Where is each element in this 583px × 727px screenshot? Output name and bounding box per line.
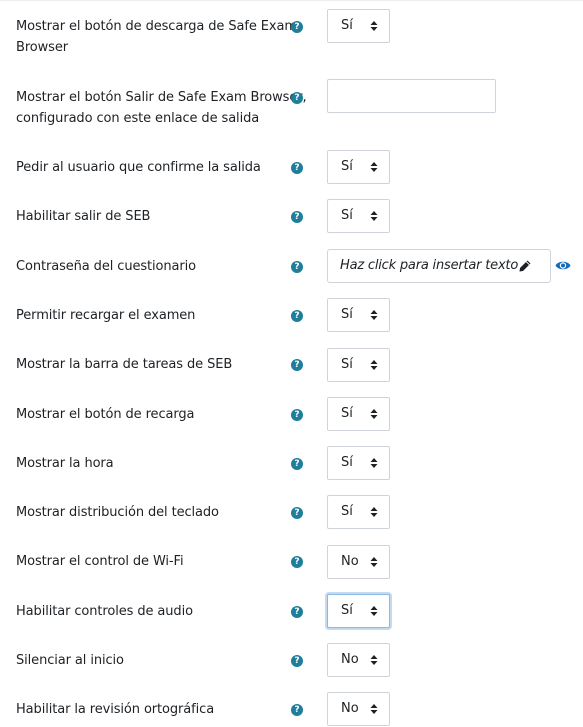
select-value: No: [341, 701, 359, 716]
quiz-password-placeholder: Haz click para insertar texto: [340, 258, 519, 273]
label-line-1: Mostrar el botón Salir de Safe Exam Brow…: [16, 90, 307, 105]
sort-caret-icon: [370, 557, 378, 567]
quit-link-input[interactable]: [327, 79, 496, 113]
field-label-seb-quit-button: Mostrar el botón Salir de Safe Exam Brow…: [16, 87, 307, 129]
allow-reload-select[interactable]: Sí: [327, 298, 390, 332]
top-divider: [0, 0, 583, 1]
mute-on-startup-select[interactable]: No: [327, 643, 390, 677]
sort-caret-icon: [370, 21, 378, 31]
sort-caret-icon: [370, 162, 378, 172]
select-value: Sí: [341, 307, 353, 322]
field-label-seb-download-button: Mostrar el botón de descarga de Safe Exa…: [16, 16, 297, 58]
select-value: Sí: [341, 455, 353, 470]
question-circle-icon[interactable]: ?: [291, 409, 303, 421]
question-circle-icon[interactable]: ?: [291, 655, 303, 667]
field-label-enable-spellcheck: Habilitar la revisión ortográfica: [16, 702, 215, 717]
sort-caret-icon: [370, 211, 378, 221]
enable-spellcheck-select[interactable]: No: [327, 692, 390, 726]
question-circle-icon[interactable]: ?: [291, 458, 303, 470]
seb-download-button-select[interactable]: Sí: [327, 9, 390, 43]
select-value: No: [341, 652, 359, 667]
question-circle-icon[interactable]: ?: [291, 92, 303, 104]
sort-caret-icon: [370, 507, 378, 517]
question-circle-icon[interactable]: ?: [291, 21, 303, 33]
field-label-mute-on-startup: Silenciar al inicio: [16, 653, 124, 668]
field-label-confirm-quit: Pedir al usuario que confirme la salida: [16, 160, 261, 175]
field-label-show-reload-button: Mostrar el botón de recarga: [16, 407, 195, 422]
field-label-enable-audio-controls: Habilitar controles de audio: [16, 604, 193, 619]
field-label-show-time: Mostrar la hora: [16, 456, 114, 471]
show-time-select[interactable]: Sí: [327, 446, 390, 480]
sort-caret-icon: [370, 704, 378, 714]
eye-icon[interactable]: [555, 259, 571, 272]
show-wifi-control-select[interactable]: No: [327, 545, 390, 579]
select-value: No: [341, 554, 359, 569]
confirm-quit-select[interactable]: Sí: [327, 150, 390, 184]
label-line-1: Mostrar el botón de descarga de Safe Exa…: [16, 19, 297, 34]
label-line-2: Browser: [16, 40, 68, 55]
sort-caret-icon: [370, 310, 378, 320]
question-circle-icon[interactable]: ?: [291, 310, 303, 322]
question-circle-icon[interactable]: ?: [291, 606, 303, 618]
question-circle-icon[interactable]: ?: [291, 211, 303, 223]
quiz-password-editable[interactable]: Haz click para insertar texto: [327, 249, 551, 283]
sort-caret-icon: [370, 606, 378, 616]
question-circle-icon[interactable]: ?: [291, 162, 303, 174]
question-circle-icon[interactable]: ?: [291, 704, 303, 716]
field-label-quiz-password: Contraseña del cuestionario: [16, 259, 197, 274]
pencil-icon: [519, 260, 531, 272]
enable-audio-controls-select[interactable]: Sí: [327, 594, 390, 628]
select-value: Sí: [341, 159, 353, 174]
show-taskbar-select[interactable]: Sí: [327, 348, 390, 382]
field-label-enable-quit: Habilitar salir de SEB: [16, 209, 151, 224]
select-value: Sí: [341, 208, 353, 223]
question-circle-icon[interactable]: ?: [291, 556, 303, 568]
show-keyboard-layout-select[interactable]: Sí: [327, 495, 390, 529]
field-label-show-wifi-control: Mostrar el control de Wi-Fi: [16, 554, 184, 569]
question-circle-icon[interactable]: ?: [291, 359, 303, 371]
question-circle-icon[interactable]: ?: [291, 261, 303, 273]
label-line-2: configurado con este enlace de salida: [16, 111, 260, 126]
field-label-show-keyboard-layout: Mostrar distribución del teclado: [16, 505, 219, 520]
select-value: Sí: [341, 603, 353, 618]
select-value: Sí: [341, 18, 353, 33]
sort-caret-icon: [370, 655, 378, 665]
sort-caret-icon: [370, 458, 378, 468]
question-circle-icon[interactable]: ?: [291, 507, 303, 519]
field-label-show-taskbar: Mostrar la barra de tareas de SEB: [16, 357, 233, 372]
select-value: Sí: [341, 406, 353, 421]
enable-quit-select[interactable]: Sí: [327, 199, 390, 233]
field-label-allow-reload: Permitir recargar el examen: [16, 308, 196, 323]
sort-caret-icon: [370, 360, 378, 370]
select-value: Sí: [341, 357, 353, 372]
show-reload-button-select[interactable]: Sí: [327, 397, 390, 431]
sort-caret-icon: [370, 409, 378, 419]
select-value: Sí: [341, 504, 353, 519]
